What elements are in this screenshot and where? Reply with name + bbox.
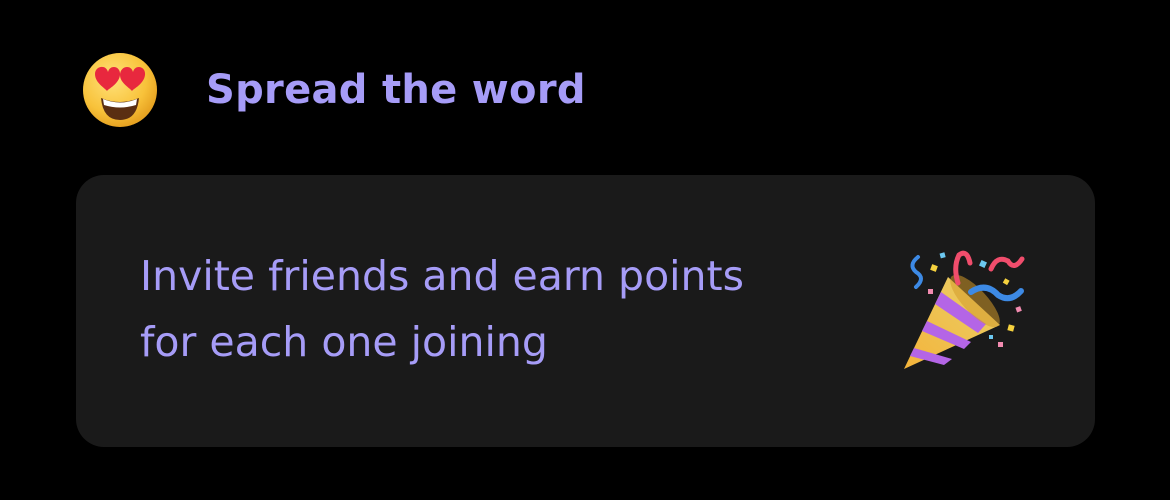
section-header: Spread the word: [80, 50, 586, 130]
invite-message-line-1: Invite friends and earn points: [140, 252, 744, 300]
invite-message-line-2: for each one joining: [140, 318, 548, 366]
section-title: Spread the word: [206, 67, 586, 113]
invite-friends-card[interactable]: Invite friends and earn points for each …: [76, 175, 1095, 447]
party-popper-icon: [904, 250, 1025, 369]
invite-message: Invite friends and earn points for each …: [140, 243, 860, 375]
heart-eyes-emoji-icon: [83, 53, 157, 127]
